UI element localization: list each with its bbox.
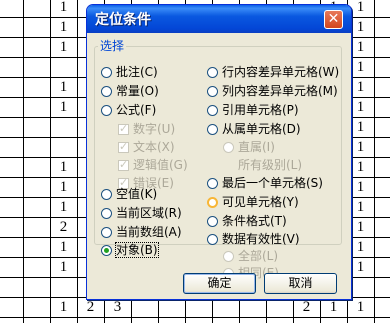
radio-button-icon [223,142,234,153]
check-text[interactable]: 文本(X) [118,139,175,155]
radio-validation-all[interactable]: 全部(L) [223,248,278,264]
checkbox-icon [118,139,129,155]
sheet-cell[interactable]: 1 [50,17,77,37]
radio-row-differences[interactable]: 行内容差异单元格(W) [207,64,339,80]
radio-constants[interactable]: 常量(O) [101,83,159,99]
radio-button-icon [101,227,112,238]
sheet-cell[interactable]: 1 [50,0,77,17]
radio-current-array[interactable]: 当前数组(A) [101,224,182,240]
radio-button-icon [101,105,112,116]
radio-last-cell[interactable]: 最后一个单元格(S) [207,175,323,191]
sheet-cell[interactable]: 1 [50,77,77,97]
radio-button-icon [207,234,218,245]
sheet-cell[interactable]: 3 [104,297,131,317]
radio-button-hover-icon [207,197,218,208]
radio-button-icon [207,67,218,78]
sheet-cell[interactable]: 2 [50,217,77,237]
check-logicals[interactable]: 逻辑值(G) [118,157,188,173]
dialog-title: 定位条件 [95,12,151,28]
sheet-cell[interactable]: 1 [50,197,77,217]
radio-button-icon [207,124,218,135]
radio-formulas[interactable]: 公式(F) [101,102,156,118]
radio-button-icon [101,86,112,97]
sheet-cell[interactable]: 2 [77,297,104,317]
radio-visible-cells[interactable]: 可见单元格(Y) [207,194,299,210]
radio-button-icon [101,208,112,219]
sheet-cell[interactable]: 1 [50,37,77,57]
sheet-cell[interactable]: 1 [50,257,77,277]
radio-conditional-formats[interactable]: 条件格式(T) [207,213,287,229]
checkbox-icon [118,121,129,137]
check-numbers[interactable]: 数字(U) [118,121,175,137]
sheet-cell[interactable]: 1 [320,297,347,317]
close-icon[interactable]: ✕ [324,10,343,29]
goto-special-dialog: 定位条件 ✕ 选择 批注(C) 常量(O) 公式(F) 数字(U) 文本(X) … [86,4,352,300]
radio-button-icon [101,67,112,78]
ok-button[interactable]: 确定 [183,273,256,294]
sheet-cell[interactable]: 1 [50,157,77,177]
checkbox-icon [118,157,129,173]
radio-column-differences[interactable]: 列内容差异单元格(M) [207,83,338,99]
radio-button-selected-icon [101,245,112,256]
radio-blanks[interactable]: 空值(K) [101,186,157,202]
dialog-titlebar[interactable]: 定位条件 ✕ [87,5,351,33]
radio-button-icon [207,86,218,97]
sheet-cell[interactable]: 1 [50,297,77,317]
radio-button-icon [223,251,234,262]
sheet-cell[interactable]: 2 [293,297,320,317]
radio-button-icon [207,216,218,227]
sheet-cell[interactable]: 1 [50,177,77,197]
radio-objects[interactable]: 对象(B) [101,242,159,258]
sheet-cell[interactable]: 1 [347,297,374,317]
radio-button-icon [101,189,112,200]
sheet-cell[interactable]: 1 [50,97,77,117]
radio-current-region[interactable]: 当前区域(R) [101,205,182,221]
radio-direct-only[interactable]: 直属(I) [223,139,275,155]
radio-all-levels[interactable]: 所有级别(L) [223,157,302,173]
radio-precedents[interactable]: 引用单元格(P) [207,102,299,118]
radio-button-icon [207,105,218,116]
sheet-cell[interactable]: 1 [50,237,77,257]
radio-data-validation[interactable]: 数据有效性(V) [207,231,300,247]
select-group-label: 选择 [98,37,127,54]
radio-dependents[interactable]: 从属单元格(D) [207,121,301,137]
dialog-body: 选择 批注(C) 常量(O) 公式(F) 数字(U) 文本(X) 逻辑值(G) … [90,33,348,295]
radio-button-icon [207,178,218,189]
radio-comments[interactable]: 批注(C) [101,64,158,80]
cancel-button[interactable]: 取消 [264,273,337,294]
